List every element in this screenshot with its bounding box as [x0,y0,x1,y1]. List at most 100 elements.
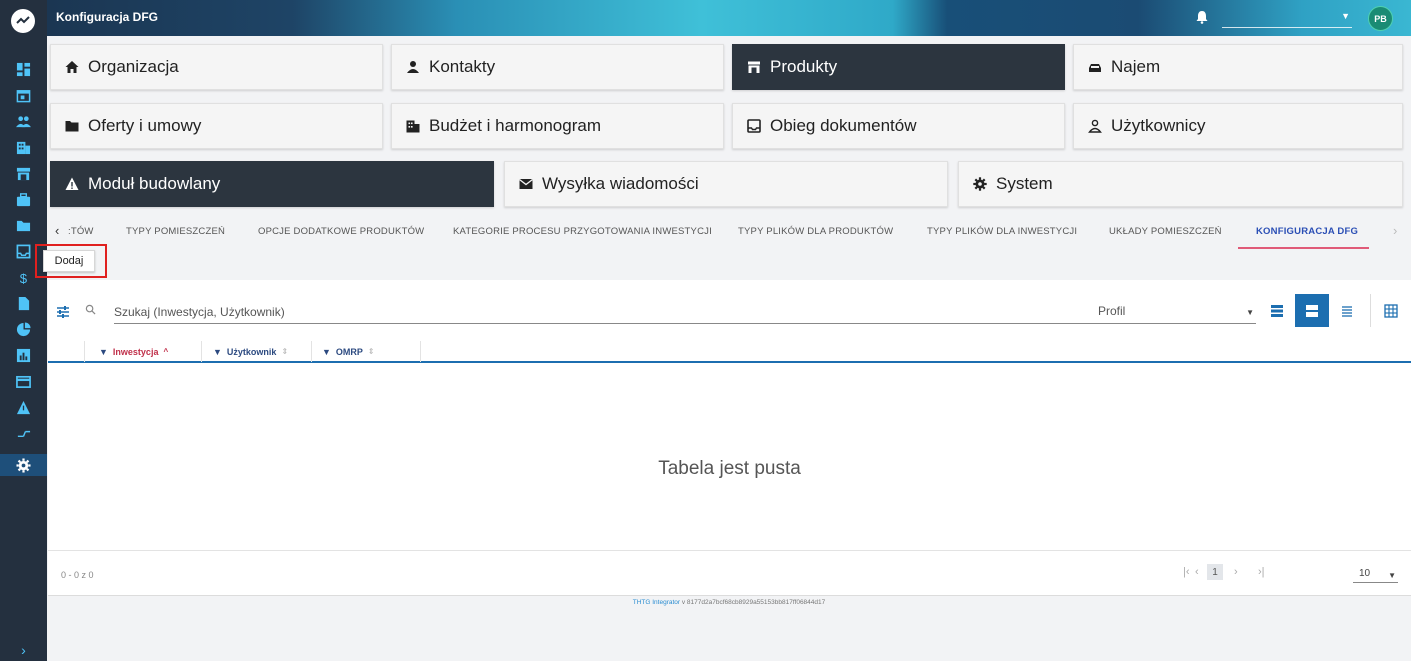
module-organizacja[interactable]: Organizacja [50,44,383,90]
calendar-icon[interactable] [0,84,47,106]
module-label: Organizacja [88,57,179,76]
column-label: Inwestycja [112,346,159,357]
dropdown-caret-icon: ▼ [1388,571,1396,580]
tab-bar: ‹ :TÓW TYPY POMIESZCZEŃ OPCJE DODATKOWE … [47,212,1411,252]
prev-page-icon[interactable]: ‹ [1195,566,1199,578]
last-page-icon[interactable]: ›| [1258,566,1265,578]
expand-sidebar-button[interactable]: › [0,639,47,661]
column-header-inwestycja[interactable]: ▼ Inwestycja ^ [85,341,202,362]
table-header: ▼ Inwestycja ^ ▼ Użytkownik ⇕ ▼ OMRP ⇕ [48,341,1411,363]
building-icon[interactable] [0,136,47,158]
current-page[interactable]: 1 [1207,564,1223,580]
app-name-link[interactable]: THTG Integrator [633,599,680,606]
profile-placeholder: Profil [1098,304,1126,318]
dashboard-icon[interactable] [0,58,47,80]
app-version: THTG Integrator v 8177d2a7bcf68cb8929a55… [47,599,1411,606]
svg-text:$: $ [20,271,28,285]
tabs-scroll-left-icon[interactable]: ‹ [55,223,59,238]
store-icon[interactable] [0,162,47,184]
pie-chart-icon[interactable] [0,318,47,340]
gear-icon [973,177,987,191]
column-filter-icon[interactable]: ▼ [99,347,108,357]
view-default-button[interactable] [1295,294,1329,327]
module-system[interactable]: System [958,161,1403,207]
filter-settings-icon[interactable] [56,305,70,319]
user-outline-icon [1088,119,1102,133]
module-wysylka-wiadomosci[interactable]: Wysyłka wiadomości [504,161,948,207]
transfer-icon[interactable] [0,422,47,444]
module-kontakty[interactable]: Kontakty [391,44,724,90]
module-label: Wysyłka wiadomości [542,174,699,193]
briefcase-icon[interactable] [0,188,47,210]
module-najem[interactable]: Najem [1073,44,1403,90]
car-icon [1089,64,1101,72]
sort-ascending-icon[interactable]: ^ [163,347,168,356]
module-modul-budowlany[interactable]: Moduł budowlany [50,161,494,207]
toolbar-divider [1370,294,1371,327]
tab-typy-plikow-dla-produktow[interactable]: TYPY PLIKÓW DLA PRODUKTÓW [738,226,893,237]
module-label: Użytkownicy [1111,116,1206,135]
module-label: Kontakty [429,57,496,76]
dropdown-caret-icon: ▼ [1246,308,1254,317]
module-produkty[interactable]: Produkty [732,44,1065,90]
bell-icon[interactable] [1195,10,1209,24]
user-select[interactable]: ▼ [1222,6,1352,28]
app-logo-icon[interactable] [11,9,35,33]
column-header-omrp[interactable]: ▼ OMRP ⇕ [312,341,421,362]
module-label: Oferty i umowy [88,116,202,135]
module-oferty-i-umowy[interactable]: Oferty i umowy [50,103,383,149]
page-size-select[interactable]: 10 ▼ [1353,565,1398,583]
default-rows-icon [1306,304,1318,317]
column-label: OMRP [335,346,363,357]
tab-uklady-pomieszczen[interactable]: UKŁADY POMIESZCZEŃ [1109,226,1222,237]
dropdown-caret-icon: ▼ [1341,11,1350,21]
module-label: Budżet i harmonogram [429,116,601,135]
inbox-icon [747,119,761,133]
folder-icon [65,121,79,132]
sort-icon[interactable]: ⇕ [281,347,288,356]
tab-typy-pomieszczen[interactable]: TYPY POMIESZCZEŃ [126,226,225,237]
profile-select[interactable]: Profil ▼ [1098,300,1256,324]
column-header-select [48,341,85,362]
warning-icon [65,177,79,190]
tab-produktow[interactable]: :TÓW [68,226,94,237]
compact-rows-icon [1271,304,1283,317]
grid-icon [1384,303,1398,318]
view-grid-button[interactable] [1374,294,1408,327]
active-tab-indicator [1238,247,1369,249]
module-label: Produkty [770,57,838,76]
tab-typy-plikow-dla-inwestycji[interactable]: TYPY PLIKÓW DLA INWESTYCJI [927,226,1077,237]
next-page-icon[interactable]: › [1234,566,1238,578]
bar-chart-icon[interactable] [0,344,47,366]
view-list-button[interactable] [1330,294,1364,327]
tab-kategorie-procesu[interactable]: KATEGORIE PROCESU PRZYGOTOWANIA INWESTYC… [453,226,712,237]
first-page-icon[interactable]: |‹ [1183,566,1190,578]
sort-icon[interactable]: ⇕ [368,347,375,356]
card-icon[interactable] [0,370,47,392]
column-filter-icon[interactable]: ▼ [213,347,222,357]
page-title: Konfiguracja DFG [56,10,159,24]
column-label: Użytkownik [226,346,277,357]
folder-icon[interactable] [0,214,47,236]
avatar[interactable]: PB [1368,6,1393,31]
users-icon[interactable] [0,110,47,132]
tab-konfiguracja-dfg[interactable]: KONFIGURACJA DFG [1256,226,1358,237]
search-input[interactable] [114,300,1114,324]
module-label: Najem [1111,57,1161,76]
gear-icon[interactable] [0,454,47,476]
module-label: Moduł budowlany [88,174,221,193]
view-compact-button[interactable] [1260,294,1294,327]
module-label: System [996,174,1053,193]
tabs-scroll-right-icon[interactable]: › [1393,223,1397,238]
module-uzytkownicy[interactable]: Użytkownicy [1073,103,1403,149]
column-header-uzytkownik[interactable]: ▼ Użytkownik ⇕ [202,341,312,362]
column-filter-icon[interactable]: ▼ [322,347,331,357]
module-budzet-i-harmonogram[interactable]: Budżet i harmonogram [391,103,724,149]
tab-opcje-dodatkowe-produktow[interactable]: OPCJE DODATKOWE PRODUKTÓW [258,226,424,237]
warning-icon[interactable] [0,396,47,418]
file-icon[interactable] [0,292,47,314]
version-hash: v 8177d2a7bcf68cb8929a55153bb817ff06844d… [680,599,826,606]
add-button[interactable]: Dodaj [43,250,95,272]
page-size-value: 10 [1359,568,1371,579]
module-obieg-dokumentow[interactable]: Obieg dokumentów [732,103,1065,149]
